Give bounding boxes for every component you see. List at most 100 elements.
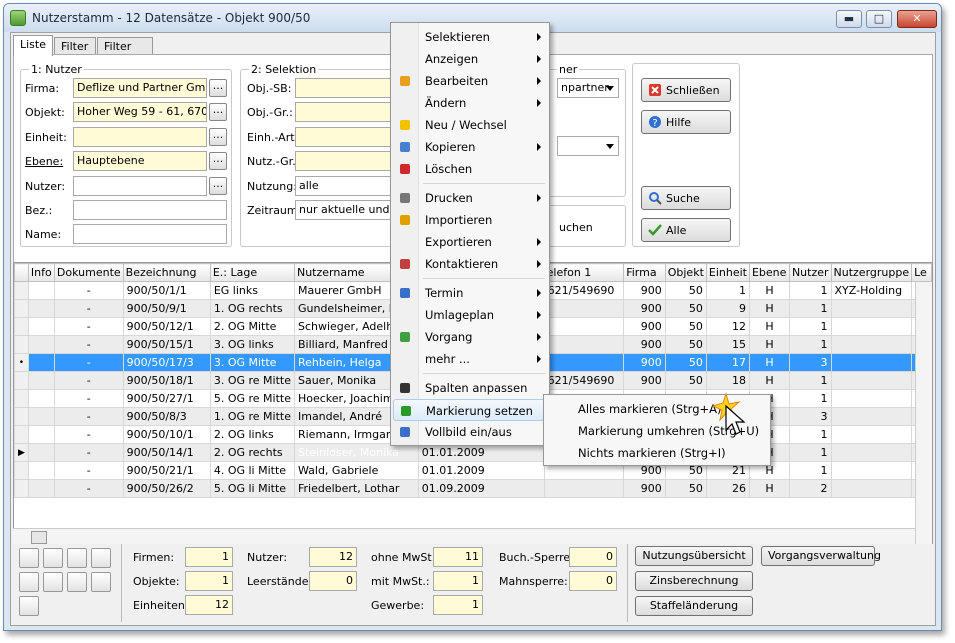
minimize-button[interactable]: ▬ <box>836 10 862 28</box>
menu-item-kontaktieren[interactable]: Kontaktieren <box>393 253 547 275</box>
einheit-field[interactable] <box>73 127 207 147</box>
ebene-lookup-button[interactable]: ... <box>209 152 227 170</box>
column-header[interactable]: Nutzer <box>788 263 832 282</box>
column-header[interactable]: Bezeichnung <box>122 263 211 282</box>
cell-nutzer: 1 <box>788 425 832 444</box>
cell-einheit: 18 <box>705 371 750 390</box>
column-header[interactable]: elefon 1 <box>543 263 625 282</box>
copy-icon <box>397 139 413 155</box>
tab-liste[interactable]: Liste <box>13 35 53 56</box>
pencil-icon[interactable] <box>67 548 87 568</box>
menu-item-neu-wechsel[interactable]: Neu / Wechsel <box>393 114 547 136</box>
column-header[interactable]: Dokumente <box>53 263 124 282</box>
table-row[interactable]: -900/50/26/2 5. OG li Mitte Friedelbert, L… <box>14 479 932 498</box>
column-header[interactable]: Info <box>27 263 55 282</box>
objgr-field[interactable] <box>295 102 399 122</box>
scroll-thumb[interactable] <box>31 531 47 544</box>
cell-datum: 01.01.2009 <box>417 443 545 462</box>
column-header[interactable]: Objekt <box>664 263 707 282</box>
menu-item-drucken[interactable]: Drucken <box>393 187 547 209</box>
submenu-arrow-icon <box>537 55 541 63</box>
table-row[interactable]: ▶ -900/50/14/1 2. OG rechts Steinloser, Mon… <box>14 443 932 462</box>
help-toolbar-icon[interactable] <box>19 548 39 568</box>
menu-item-mehr[interactable]: mehr ... <box>393 348 547 370</box>
secondary-select[interactable] <box>557 136 619 156</box>
objsb-field[interactable] <box>295 78 399 98</box>
maximize-button[interactable]: □ <box>866 10 892 28</box>
refresh-icon[interactable] <box>19 572 39 592</box>
suche-button[interactable]: Suche <box>641 186 731 210</box>
nutzer-lookup-button[interactable]: ... <box>209 177 227 195</box>
menu-item-kopieren[interactable]: Kopieren <box>393 136 547 158</box>
menu-item-spalten-anpassen[interactable]: Spalten anpassen <box>393 377 547 399</box>
einhart-field[interactable] <box>295 127 399 147</box>
objekt-field[interactable]: Hoher Weg 59 - 61, 67059 <box>73 102 207 122</box>
bez-field[interactable] <box>73 200 227 220</box>
menu-item-löschen[interactable]: Löschen <box>393 158 547 180</box>
table-icon[interactable] <box>67 572 87 592</box>
menu-item-vollbild-ein-aus[interactable]: Vollbild ein/aus <box>393 421 547 443</box>
contacts-icon[interactable] <box>91 572 111 592</box>
menu-item-exportieren[interactable]: Exportieren <box>393 231 547 253</box>
tab-filter[interactable]: Filter <box>54 37 96 55</box>
einheit-lookup-button[interactable]: ... <box>209 128 227 146</box>
partner-select[interactable]: npartner <box>557 78 619 98</box>
vorgangsverwaltung-button[interactable]: Vorgangsverwaltung <box>761 546 881 566</box>
nutzungsuebersicht-button[interactable]: Nutzungsübersicht <box>635 546 753 566</box>
objekt-lookup-button[interactable]: ... <box>209 103 227 121</box>
vertical-scrollbar[interactable] <box>915 282 932 546</box>
hilfe-button[interactable]: ? Hilfe <box>641 110 731 134</box>
menu-item-anzeigen[interactable]: Anzeigen <box>393 48 547 70</box>
firma-field[interactable]: Deflize und Partner GmbH <box>73 78 207 98</box>
printer-icon[interactable] <box>43 572 63 592</box>
name-field[interactable] <box>73 224 227 244</box>
nutzung-select[interactable]: alle <box>295 176 399 196</box>
column-header[interactable]: E.: Lage <box>209 263 295 282</box>
menu-item-vorgang[interactable]: Vorgang <box>393 326 547 348</box>
column-header[interactable]: Nutzergruppe <box>830 263 913 282</box>
table-row[interactable]: -900/50/21/1 4. OG li Mitte Wald, Gabriele… <box>14 461 932 480</box>
menu-item-termin[interactable]: Termin <box>393 282 547 304</box>
ebene-field[interactable]: Hauptebene <box>73 151 207 171</box>
cursor-icon[interactable] <box>43 548 63 568</box>
column-header[interactable]: Einheit <box>705 263 750 282</box>
menu-item-ändern[interactable]: Ändern <box>393 92 547 114</box>
name-label: Name: <box>25 228 62 241</box>
menu-item-importieren[interactable]: Importieren <box>393 209 547 231</box>
lightning-icon[interactable] <box>91 548 111 568</box>
column-header[interactable]: Le <box>911 263 932 282</box>
close-icon <box>649 84 661 96</box>
submenu-arrow-icon <box>537 194 541 202</box>
menu-item-label: Ändern <box>425 96 467 110</box>
leerstaende-label: Leerstände: <box>247 575 313 588</box>
submenu-nichts-markieren[interactable]: Nichts markieren (Strg+I) <box>546 442 768 464</box>
menu-item-umlageplan[interactable]: Umlageplan <box>393 304 547 326</box>
menu-item-markierung-setzen[interactable]: Markierung setzen <box>393 399 547 421</box>
firma-label: Firma: <box>25 82 60 95</box>
cell-gruppe <box>830 353 913 372</box>
staffelaenderung-button[interactable]: Staffeländerung <box>635 596 753 616</box>
cell-nutzer: 1 <box>788 443 832 462</box>
close-button[interactable]: ✕ <box>897 10 937 28</box>
checkbox-icon[interactable] <box>19 596 39 616</box>
firma-lookup-button[interactable]: ... <box>209 79 227 97</box>
menu-item-label: mehr ... <box>425 352 470 366</box>
menu-item-selektieren[interactable]: Selektieren <box>393 26 547 48</box>
cell-gruppe <box>830 407 913 426</box>
menu-item-bearbeiten[interactable]: Bearbeiten <box>393 70 547 92</box>
alle-button[interactable]: Alle <box>641 218 731 242</box>
cell-ebene: H <box>748 317 790 336</box>
mit-mwst-value: 1 <box>433 571 483 591</box>
cell-objekt: 50 <box>664 371 707 390</box>
column-header[interactable]: Firma <box>623 263 666 282</box>
cell-lage: 3. OG re Mitte <box>209 371 295 390</box>
zinsberechnung-button[interactable]: Zinsberechnung <box>635 571 753 591</box>
nutzgr-field[interactable] <box>295 151 399 171</box>
schliessen-button[interactable]: Schließen <box>641 78 731 102</box>
nutzer-field[interactable] <box>73 176 207 196</box>
tab-filter-f[interactable]: Filter (F.) <box>97 37 153 66</box>
column-header[interactable]: Ebene <box>748 263 790 282</box>
cell-doc: - <box>53 299 124 318</box>
zeitraum-select[interactable]: nur aktuelle und zu <box>295 200 399 220</box>
column-header[interactable] <box>14 263 29 282</box>
